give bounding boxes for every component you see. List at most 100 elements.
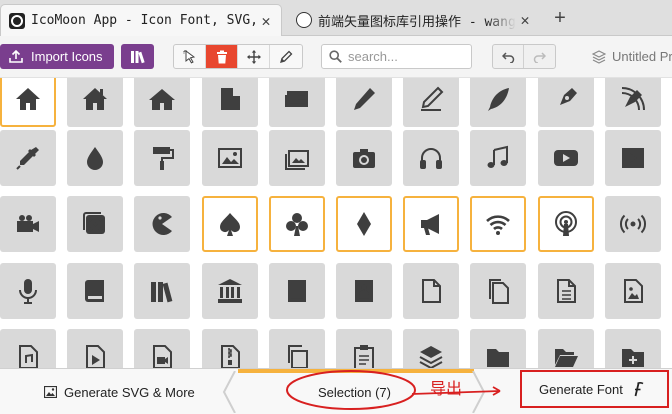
icon-cell-home3[interactable] [134,78,190,127]
move-mode-button[interactable] [238,45,270,68]
import-icons-button[interactable]: Import Icons [0,44,114,69]
delete-mode-button[interactable] [206,45,238,68]
selection-indicator [238,369,474,373]
icon-cell-files-empty[interactable] [470,263,526,319]
icon-cell-droplet[interactable] [67,130,123,186]
icon-cell-eyedropper[interactable] [0,130,56,186]
redo-button[interactable] [524,45,555,68]
file-music-icon [19,345,38,368]
chevron-right-icon [472,371,486,413]
icon-cell-file-music[interactable] [0,329,56,368]
icon-cell-film[interactable] [605,130,661,186]
icon-cell-podcast[interactable] [538,196,594,252]
icon-cell-file-play[interactable] [67,329,123,368]
new-tab-button[interactable]: + [546,6,574,30]
icon-cell-copy[interactable] [269,329,325,368]
icon-cell-folder[interactable] [470,329,526,368]
generate-svg-button[interactable]: Generate SVG & More [44,381,195,403]
icon-cell-dice[interactable] [67,196,123,252]
selection-button[interactable]: Selection (7) [318,381,391,403]
icon-cell-feed[interactable] [605,196,661,252]
paste-icon [354,345,374,368]
icon-cell-file-picture[interactable] [605,263,661,319]
pencil-icon [354,88,375,110]
chevron-left-icon [222,371,236,413]
icon-cell-office[interactable] [202,78,258,127]
undo-icon [501,51,514,63]
icon-cell-paste[interactable] [336,329,392,368]
file-picture-icon [624,279,643,303]
library-button[interactable] [121,44,154,69]
icon-cell-clubs[interactable] [269,196,325,252]
history-controls [492,44,556,69]
icon-cell-image[interactable] [202,130,258,186]
icon-cell-headphones[interactable] [403,130,459,186]
library-icon [218,279,242,303]
file-text-icon [288,280,306,302]
icon-cell-blog[interactable] [605,78,661,127]
icon-cell-stack[interactable] [403,329,459,368]
diamonds-icon [357,212,371,236]
icon-cell-books[interactable] [134,263,190,319]
icon-cell-spades[interactable] [202,196,258,252]
icon-cell-connection[interactable] [470,196,526,252]
stack-icon [419,346,443,368]
icon-cell-profile[interactable] [336,263,392,319]
icon-cell-music[interactable] [470,130,526,186]
profile-icon [355,280,373,302]
browser-tab-icomoon[interactable]: IcoMoon App - Icon Font, SVG, PDF & PNG … [0,4,282,36]
folder-plus-icon [622,349,644,367]
icon-cell-file-video[interactable] [134,329,190,368]
project-name: Untitled Project [612,49,672,64]
undo-button[interactable] [493,45,525,68]
project-name-button[interactable]: Untitled Project [592,44,672,69]
file-play-icon [86,345,105,368]
icon-cell-home[interactable] [0,78,56,127]
icon-cell-paint-format[interactable] [134,130,190,186]
icon-cell-camera[interactable] [336,130,392,186]
icon-cell-folder-open[interactable] [538,329,594,368]
browser-tab-csdn[interactable]: 前端矢量图标库引用操作 - wang_q ✕ [290,4,540,36]
office-icon [221,88,240,110]
icon-cell-pencil[interactable] [336,78,392,127]
icon-cell-file-text[interactable] [269,263,325,319]
icon-cell-pen[interactable] [538,78,594,127]
select-mode-button[interactable] [174,45,206,68]
icon-cell-library[interactable] [202,263,258,319]
icon-cell-quill[interactable] [470,78,526,127]
image-icon [218,148,242,168]
video-camera-icon [17,215,39,232]
images-icon [285,150,309,170]
icon-cell-folder-plus[interactable] [605,329,661,368]
file-empty-icon [422,279,441,303]
library-icon [130,50,145,63]
icon-cell-book[interactable] [67,263,123,319]
icon-cell-file-zip[interactable] [202,329,258,368]
icon-cell-video-camera[interactable] [0,196,56,252]
upload-icon [9,50,23,63]
search-input[interactable] [348,49,466,64]
mic-icon [19,279,37,304]
edit-mode-button[interactable] [270,45,302,68]
icon-cell-home2[interactable] [67,78,123,127]
icon-cell-pencil2[interactable] [403,78,459,127]
tab-title: 前端矢量图标库引用操作 - wang_q [318,14,516,30]
spades-icon [220,213,240,236]
newspaper-icon [285,91,308,107]
icon-cell-mic[interactable] [0,263,56,319]
icon-cell-diamonds[interactable] [336,196,392,252]
icon-cell-file-text2[interactable] [538,263,594,319]
close-icon[interactable]: ✕ [257,12,275,30]
icon-cell-images[interactable] [269,130,325,186]
connection-icon [486,215,510,235]
icon-cell-play[interactable] [538,130,594,186]
delete-icon [216,50,227,63]
book-icon [85,280,104,302]
icon-cell-bullhorn[interactable] [403,196,459,252]
close-icon[interactable]: ✕ [516,11,534,29]
generate-font-button[interactable]: Generate Font [520,370,669,408]
icon-cell-pacman[interactable] [134,196,190,252]
icon-cell-file-empty[interactable] [403,263,459,319]
icon-cell-newspaper[interactable] [269,78,325,127]
generate-font-label: Generate Font [539,381,623,397]
